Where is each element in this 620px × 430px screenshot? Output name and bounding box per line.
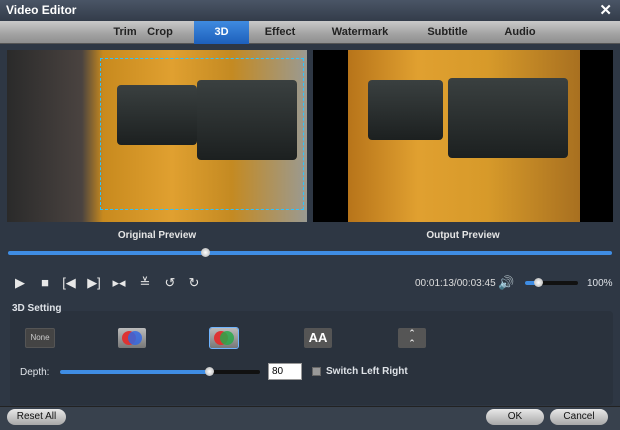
mode-top-bottom-button[interactable]: ⌃ ⌃: [398, 328, 426, 348]
original-preview-label: Original Preview: [117, 230, 197, 241]
tab-subtitle[interactable]: Subtitle: [420, 21, 475, 44]
mode-red-green-button[interactable]: [209, 327, 239, 349]
volume-icon[interactable]: 🔊: [498, 275, 514, 291]
mode-red-blue-button[interactable]: [118, 328, 146, 348]
window-title: Video Editor: [6, 3, 77, 17]
cancel-button[interactable]: Cancel: [550, 409, 608, 425]
stop-icon[interactable]: ■: [37, 275, 53, 291]
tab-bar: Trim Crop 3D Effect Watermark Subtitle A…: [0, 21, 620, 44]
reset-all-button[interactable]: Reset All: [7, 409, 66, 425]
output-preview-label: Output Preview: [426, 230, 500, 241]
flip-vertical-icon[interactable]: ≚: [137, 275, 153, 291]
depth-spinbox[interactable]: 80: [268, 363, 302, 380]
mode-none-button[interactable]: None: [25, 328, 55, 348]
depth-label: Depth:: [20, 367, 50, 378]
rotate-right-icon[interactable]: ↻: [186, 275, 202, 291]
flip-horizontal-icon[interactable]: ▸◂: [111, 275, 127, 291]
ok-button[interactable]: OK: [486, 409, 544, 425]
3d-setting-title: 3D Setting: [12, 303, 62, 314]
tab-crop[interactable]: Crop: [135, 21, 185, 44]
volume-percent: 100%: [587, 278, 613, 289]
tab-audio[interactable]: Audio: [495, 21, 545, 44]
volume-slider[interactable]: [525, 278, 578, 287]
output-preview: [313, 50, 613, 222]
close-icon[interactable]: ✕: [599, 1, 612, 19]
crop-frame[interactable]: [100, 58, 304, 210]
mode-side-by-side-button[interactable]: AA: [304, 328, 332, 348]
play-icon[interactable]: ▶: [12, 275, 28, 291]
set-end-icon[interactable]: ▶]: [86, 275, 102, 291]
3d-setting-group: [10, 311, 613, 405]
tab-effect[interactable]: Effect: [255, 21, 305, 44]
timeline-thumb[interactable]: [201, 248, 210, 257]
switch-left-right-label[interactable]: Switch Left Right: [326, 366, 408, 377]
depth-thumb[interactable]: [205, 367, 214, 376]
set-start-icon[interactable]: [◀: [61, 275, 77, 291]
original-preview: [7, 50, 307, 222]
depth-slider[interactable]: [60, 367, 260, 376]
tab-watermark[interactable]: Watermark: [325, 21, 395, 44]
timeline-slider[interactable]: [8, 248, 612, 257]
switch-left-right-checkbox[interactable]: [312, 367, 321, 376]
time-readout: 00:01:13/00:03:45: [415, 278, 496, 289]
rotate-left-icon[interactable]: ↺: [162, 275, 178, 291]
tab-3d[interactable]: 3D: [194, 21, 249, 44]
title-bar: [0, 0, 620, 21]
